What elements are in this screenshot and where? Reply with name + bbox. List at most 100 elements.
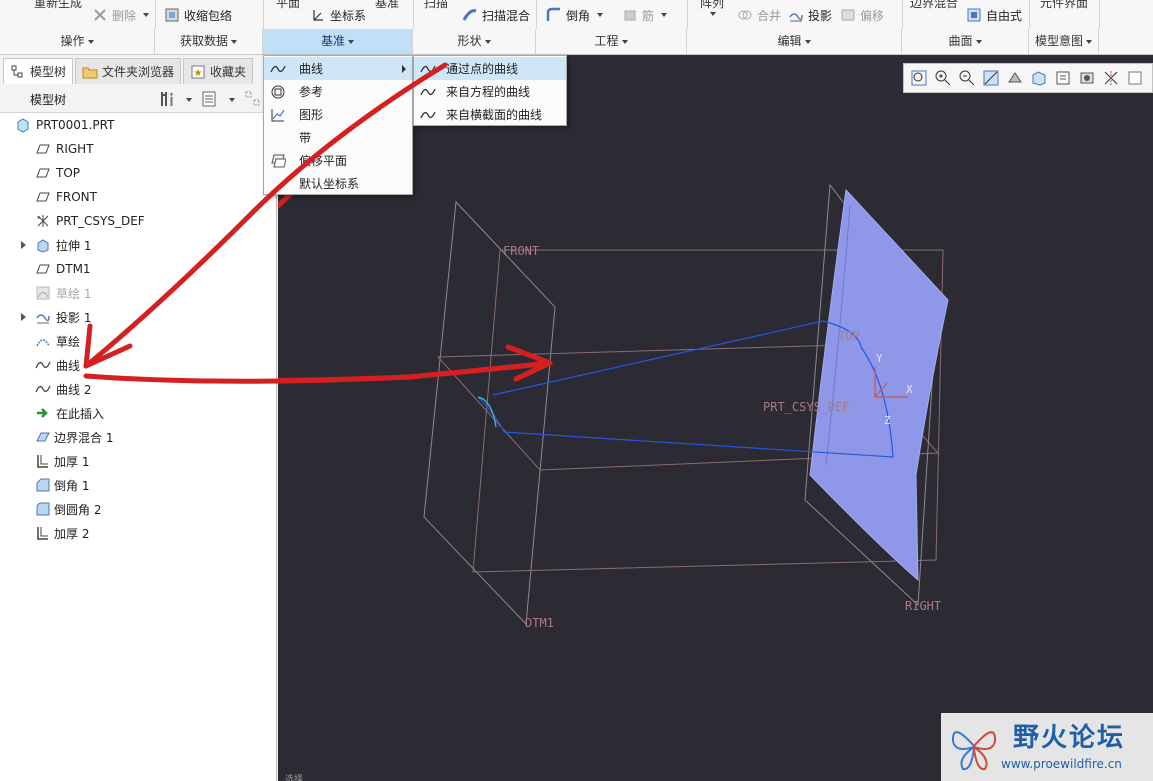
tree-item-part[interactable]: PRT0001.PRT [0, 113, 276, 137]
tree-item-thicken-1[interactable]: 加厚 1 [0, 449, 276, 473]
shrinkwrap-button[interactable]: 收缩包络 [160, 7, 236, 24]
round-icon [546, 7, 562, 23]
datum-point-cut[interactable]: 基准 [375, 0, 399, 11]
tree-item-round-2[interactable]: 倒圆角 2 [0, 497, 276, 521]
tree-item-sketch[interactable]: 草绘 [0, 329, 276, 353]
tree-item-extrude-1[interactable]: 拉伸 1 [0, 233, 276, 257]
round-button[interactable]: 倒角 [542, 7, 607, 24]
rib-label: 筋 [642, 8, 655, 23]
menu-item-curve-from-cross-section[interactable]: 来自横截面的曲线 [414, 103, 566, 126]
ribbon-group-labels: 操作 获取数据 基准 形状 工程 编辑 曲面 模型意图 [0, 29, 1153, 54]
group-editing[interactable]: 编辑 [687, 29, 902, 54]
thicken-icon [35, 525, 51, 541]
tree-item-projection-1[interactable]: 投影 1 [0, 305, 276, 329]
tree-item-right[interactable]: RIGHT [0, 137, 276, 161]
chevron-down-icon [661, 13, 668, 17]
tree-item-curve-2[interactable]: 曲线 2 [0, 377, 276, 401]
menu-item-offset-plane[interactable]: 偏移平面 [264, 149, 412, 172]
reference-icon [270, 84, 286, 100]
group-engineering[interactable]: 工程 [536, 29, 687, 54]
shrinkwrap-icon [164, 7, 180, 23]
group-surfaces[interactable]: 曲面 [902, 29, 1029, 54]
label-dtm1: DTM1 [525, 616, 554, 630]
menu-item-graph[interactable]: 图形 [264, 103, 412, 126]
tree-item-boundary-blend-1[interactable]: 边界混合 1 [0, 425, 276, 449]
delete-label: 删除 [112, 8, 137, 23]
tree-item-csys[interactable]: x PRT_CSYS_DEF [0, 209, 276, 233]
tree-toolbar: 模型树 [0, 85, 276, 113]
tab-folder-browser-label: 文件夹浏览器 [102, 65, 175, 79]
zoom-out-icon[interactable] [958, 69, 976, 87]
menu-item-curve-through-points[interactable]: 通过点的曲线 [414, 57, 566, 80]
sweep-blend-button[interactable]: 扫描混合 [458, 7, 534, 24]
delete-button[interactable]: 删除 [88, 7, 153, 24]
tree-item-front[interactable]: FRONT [0, 185, 276, 209]
expand-arrow-icon[interactable] [21, 241, 26, 249]
display-style-icon[interactable] [1030, 69, 1048, 87]
tree-settings-icon[interactable] [158, 90, 176, 111]
plane-button-cut[interactable]: 平面 [276, 0, 300, 11]
menu-item-ribbon[interactable]: 带 [264, 126, 412, 149]
chevron-down-icon[interactable] [186, 98, 192, 102]
status-text: 选择 [285, 775, 304, 781]
more-icon[interactable] [1126, 69, 1144, 87]
sweep-cut[interactable]: 扫描 [424, 0, 448, 11]
group-shapes[interactable]: 形状 [413, 29, 536, 54]
freestyle-button[interactable]: 自由式 [962, 7, 1026, 24]
curve-submenu: 通过点的曲线 来自方程的曲线 来自横截面的曲线 [413, 55, 567, 126]
model-tree-icon [10, 64, 26, 80]
rib-icon [622, 7, 638, 23]
chevron-down-icon [710, 12, 716, 16]
expand-arrow-icon[interactable] [21, 313, 26, 321]
shading-icon[interactable] [1006, 69, 1024, 87]
tree-columns-icon[interactable] [200, 90, 218, 111]
refit-icon[interactable] [910, 69, 928, 87]
saved-views-icon[interactable] [1054, 69, 1072, 87]
chevron-down-icon[interactable] [229, 98, 235, 102]
csys-button[interactable]: 坐标系 [306, 7, 370, 24]
tree-item-insert-here[interactable]: 在此插入 [0, 401, 276, 425]
tree-filter-icon[interactable] [244, 90, 262, 111]
svg-text:★: ★ [194, 68, 203, 79]
group-model-intent[interactable]: 模型意图 [1029, 29, 1099, 54]
tree-item-dtm1[interactable]: DTM1 [0, 257, 276, 281]
surface-quilt [809, 188, 949, 582]
pattern-cut[interactable]: 阵列 [700, 0, 724, 11]
tab-model-tree[interactable]: 模型树 [3, 58, 74, 84]
regenerate-button-cut[interactable]: 重新生成 [34, 0, 82, 11]
insert-here-arrow-icon [35, 405, 51, 421]
tree-item-chamfer-1[interactable]: 倒角 1 [0, 473, 276, 497]
curve-icon [420, 61, 436, 77]
zoom-in-icon[interactable] [934, 69, 952, 87]
svg-text:x: x [37, 215, 40, 221]
tree-item-sketch-1[interactable]: 草绘 1 [0, 281, 276, 305]
merge-button[interactable]: 合并 [733, 7, 785, 24]
tab-favorites[interactable]: ★ 收藏夹 [183, 58, 254, 84]
group-get-data[interactable]: 获取数据 [155, 29, 263, 54]
tree-item-thicken-2[interactable]: 加厚 2 [0, 521, 276, 545]
tab-folder-browser[interactable]: 文件夹浏览器 [75, 58, 182, 84]
datum-display-icon[interactable] [1102, 69, 1120, 87]
menu-item-curve-from-equation[interactable]: 来自方程的曲线 [414, 80, 566, 103]
project-button[interactable]: 投影 [784, 7, 836, 24]
group-operations[interactable]: 操作 [0, 29, 155, 54]
component-interface-cut[interactable]: 元件界面 [1040, 0, 1088, 11]
group-datum[interactable]: 基准 [263, 29, 413, 54]
tree-item-curve[interactable]: 曲线 [0, 353, 276, 377]
view-manager-icon[interactable] [1078, 69, 1096, 87]
axis-y-label: Y [876, 352, 883, 365]
offset-button[interactable]: 偏移 [836, 7, 888, 24]
boundary-blend-cut[interactable]: 边界混合 [910, 0, 958, 11]
projection-icon [788, 7, 804, 23]
offset-icon [840, 7, 856, 23]
menu-item-curve[interactable]: 曲线 [264, 57, 412, 80]
freestyle-icon [966, 7, 982, 23]
rib-button[interactable]: 筋 [618, 7, 671, 24]
curve-icon [270, 61, 286, 77]
menu-item-reference[interactable]: 参考 [264, 80, 412, 103]
menu-item-default-csys[interactable]: 默认坐标系 [264, 172, 412, 195]
tree-item-top[interactable]: TOP [0, 161, 276, 185]
datum-plane-icon [35, 261, 51, 277]
repaint-icon[interactable] [982, 69, 1000, 87]
label-csys: PRT_CSYS_DEF [763, 400, 850, 414]
